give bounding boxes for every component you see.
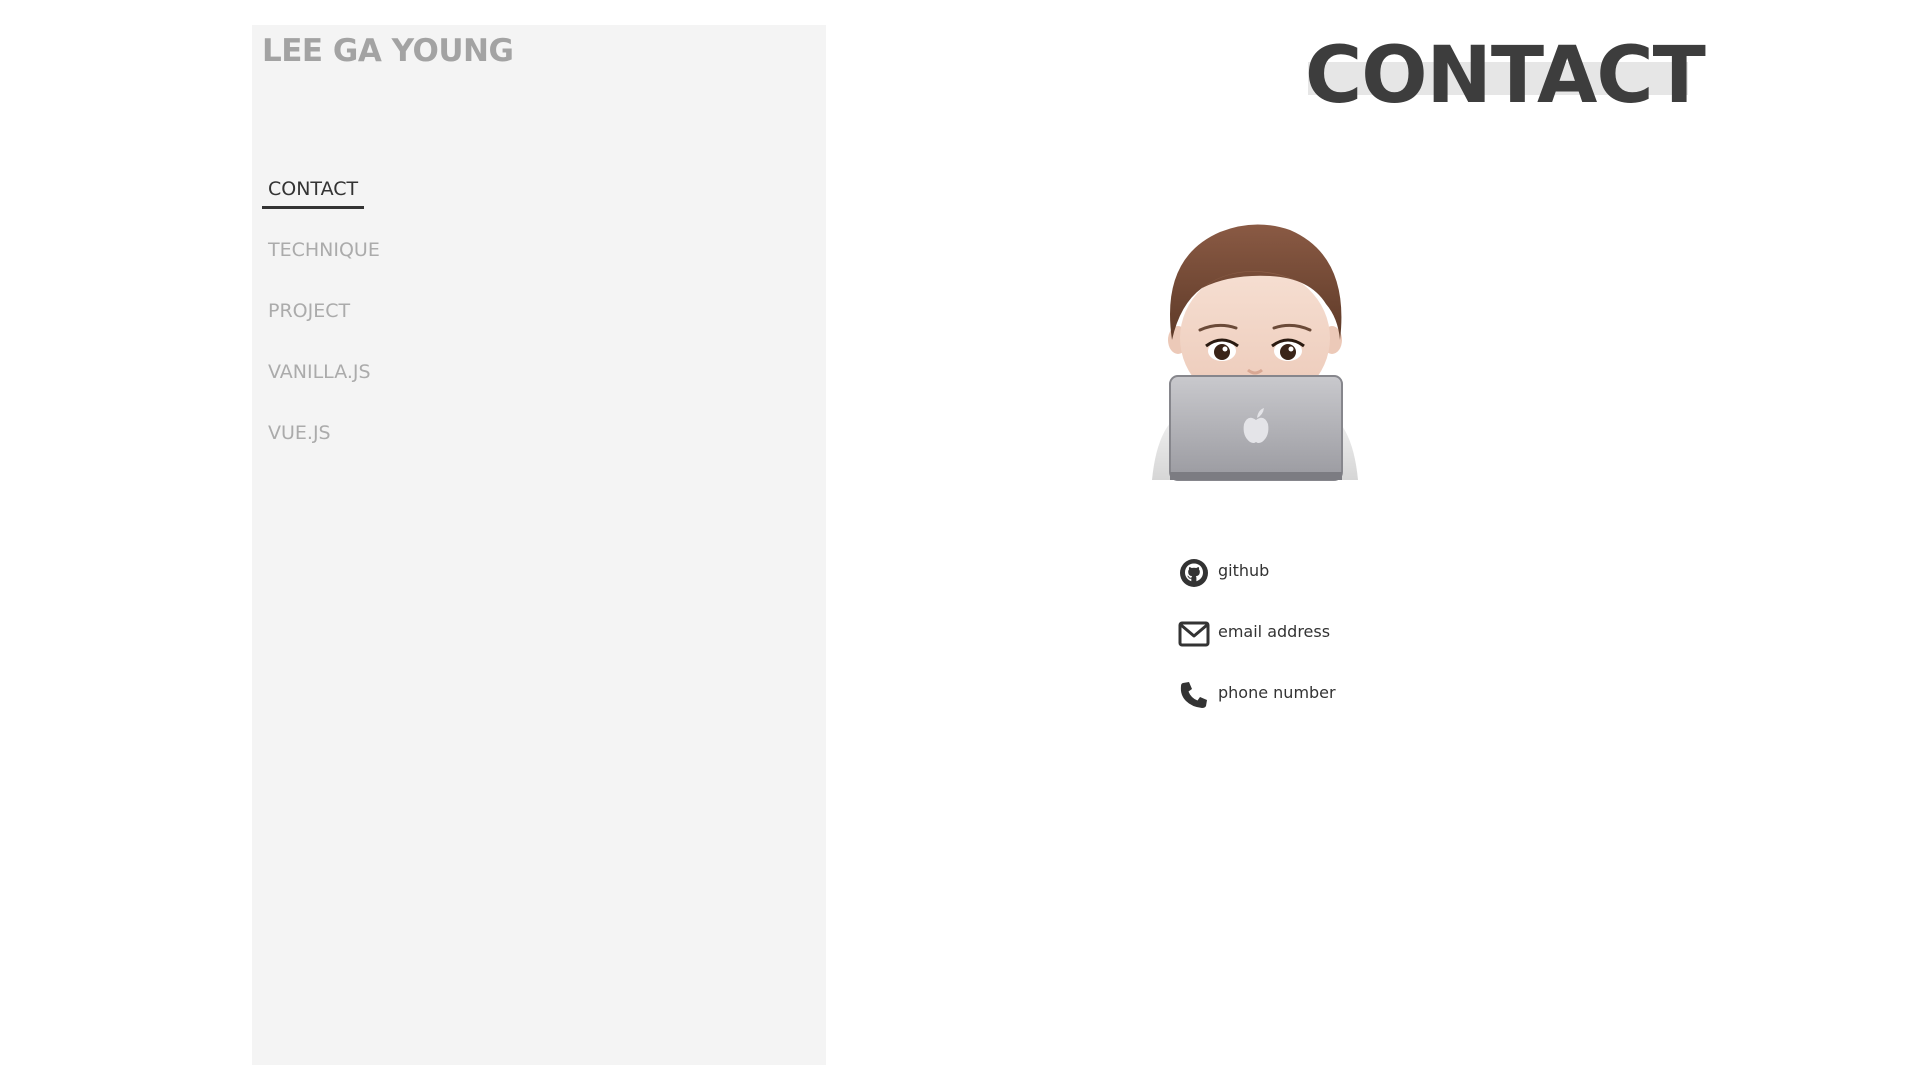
nav-item-vuejs: VUE.JS: [262, 419, 386, 480]
phone-link[interactable]: phone number: [1218, 683, 1336, 702]
nav-item-project: PROJECT: [262, 297, 386, 358]
site-title[interactable]: LEE GA YOUNG: [262, 33, 514, 69]
github-link[interactable]: github: [1218, 561, 1269, 580]
nav-link-technique[interactable]: TECHNIQUE: [262, 236, 386, 267]
nav-link-vanillajs[interactable]: VANILLA.JS: [262, 358, 377, 389]
contact-list: github email address phone number: [1178, 542, 1336, 725]
contact-item-phone: phone number: [1178, 664, 1336, 725]
sidebar: LEE GA YOUNG CONTACT TECHNIQUE PROJECT V…: [252, 25, 826, 1065]
nav-item-vanillajs: VANILLA.JS: [262, 358, 386, 419]
sidebar-nav: CONTACT TECHNIQUE PROJECT VANILLA.JS VUE…: [262, 175, 386, 480]
contact-item-email: email address: [1178, 603, 1336, 664]
memoji-laptop-avatar: [1150, 218, 1360, 483]
nav-link-contact[interactable]: CONTACT: [262, 175, 365, 209]
envelope-icon: [1178, 618, 1210, 650]
nav-link-vuejs[interactable]: VUE.JS: [262, 419, 337, 450]
phone-icon: [1178, 679, 1210, 711]
nav-link-project[interactable]: PROJECT: [262, 297, 356, 328]
github-icon: [1178, 557, 1210, 589]
contact-item-github: github: [1178, 542, 1336, 603]
email-link[interactable]: email address: [1218, 622, 1330, 641]
nav-item-contact: CONTACT: [262, 175, 386, 236]
nav-item-technique: TECHNIQUE: [262, 236, 386, 297]
page-heading: CONTACT: [1305, 31, 1706, 121]
